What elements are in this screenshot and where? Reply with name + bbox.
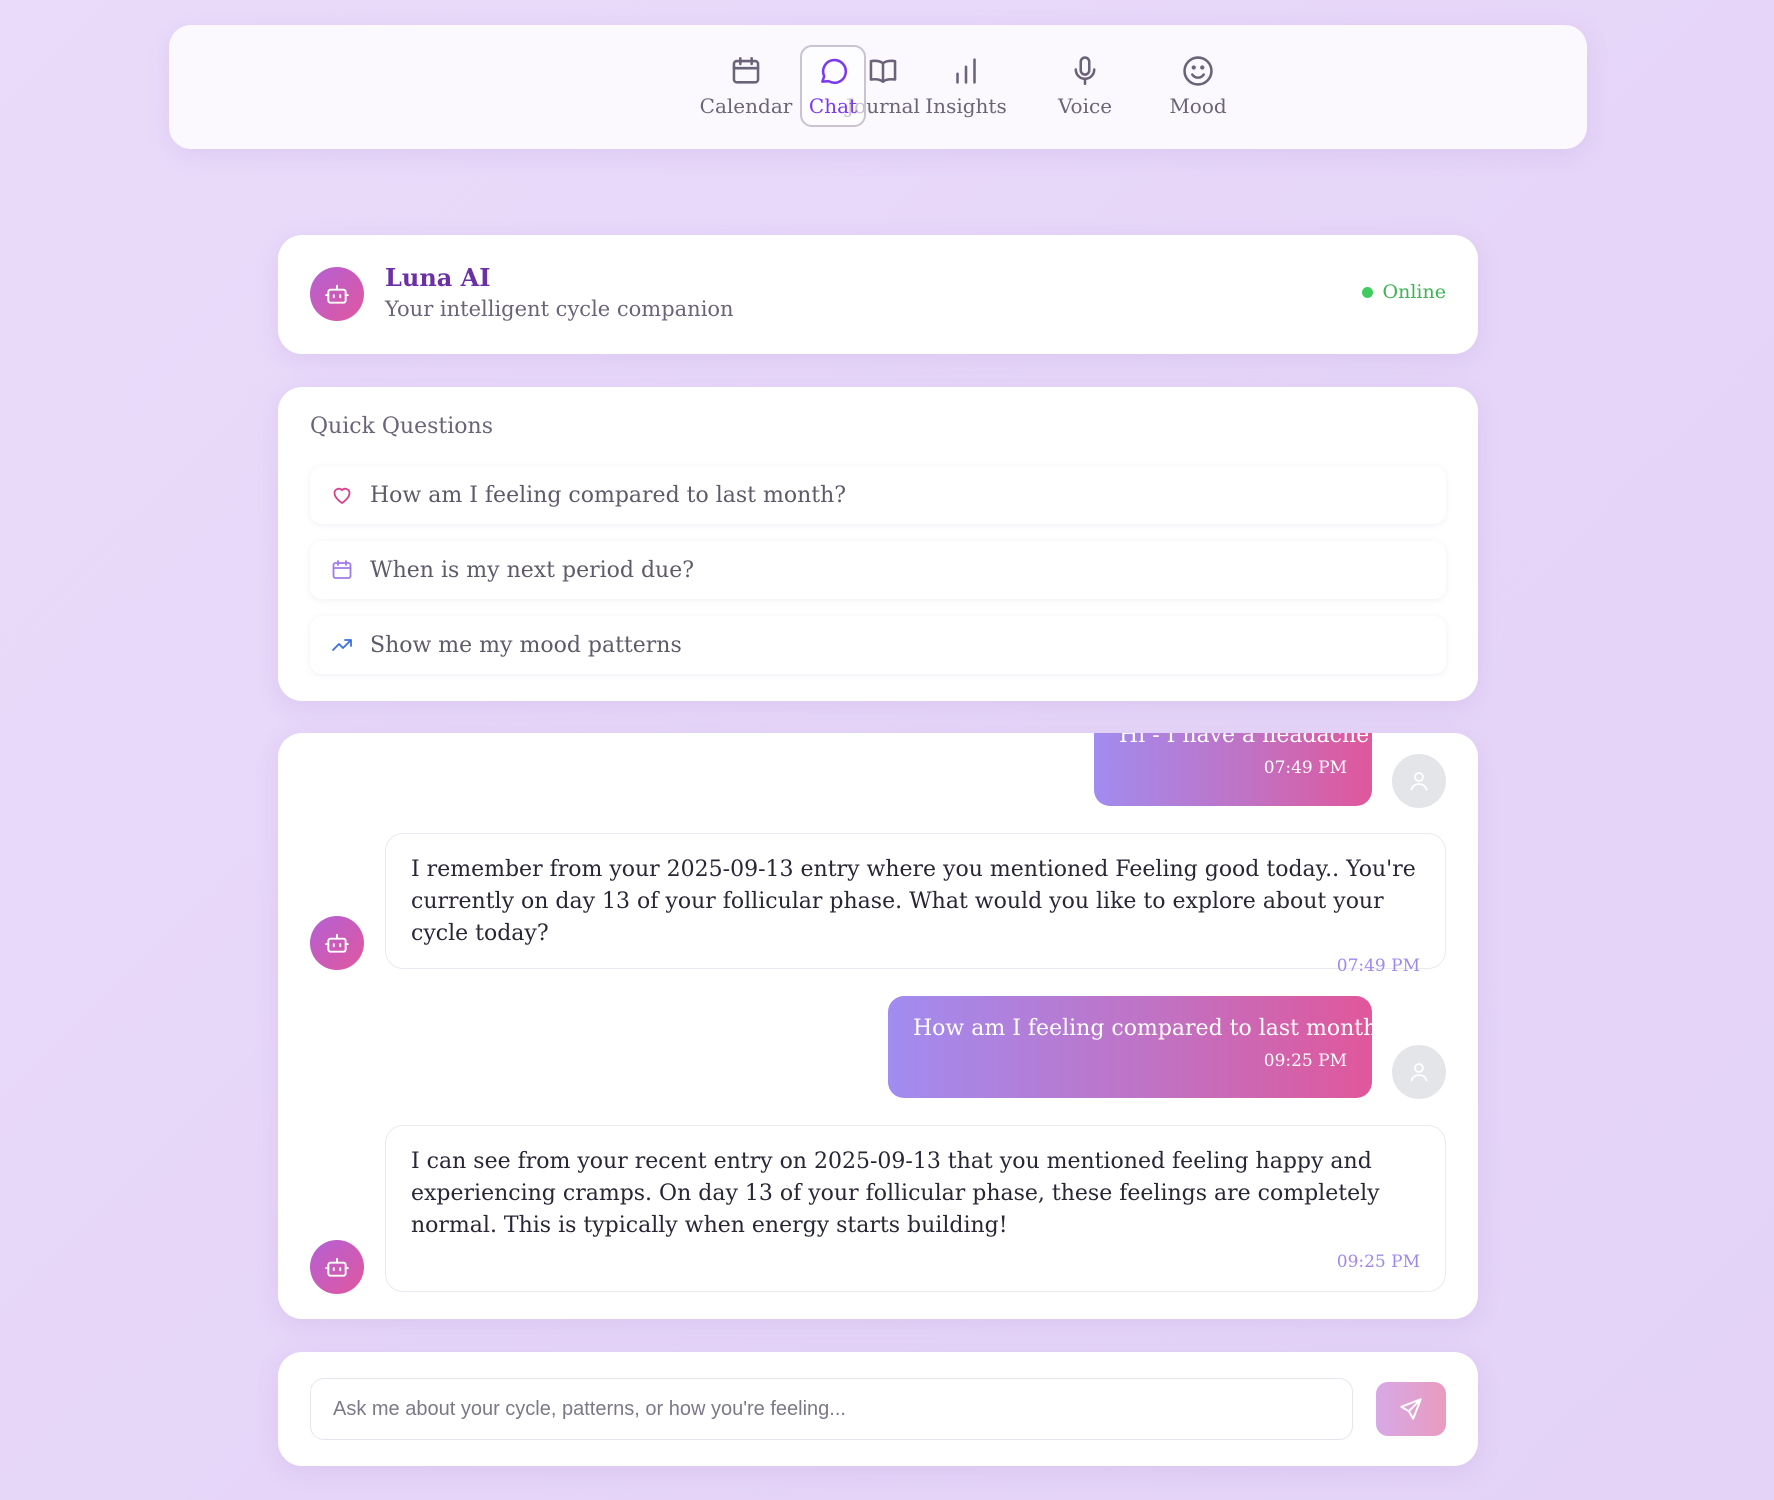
bot-icon (325, 284, 349, 304)
chat-bubble-icon (821, 58, 847, 85)
status-badge: Online (1361, 281, 1446, 303)
message-input[interactable] (310, 1378, 1353, 1440)
chat-messages[interactable]: Hi - I have a headache 07:49 PM I rememb… (278, 733, 1478, 1319)
assistant-avatar (310, 267, 364, 321)
message-time: 07:49 PM (1263, 758, 1347, 778)
quick-question-next-period[interactable]: When is my next period due? (310, 541, 1446, 599)
microphone-icon (1074, 56, 1096, 86)
message-text: I can see from your recent entry on 2025… (411, 1149, 1380, 1238)
user-message: How am I feeling compared to last month?… (888, 996, 1390, 1098)
nav-item-voice[interactable]: Voice (1043, 45, 1127, 127)
nav-label: Chat (808, 94, 858, 118)
quick-question-feeling[interactable]: How am I feeling compared to last month? (310, 466, 1446, 524)
quick-question-label: How am I feeling compared to last month? (370, 482, 847, 508)
assistant-header: Luna AI Your intelligent cycle companion… (278, 235, 1478, 354)
bot-icon (325, 1257, 349, 1277)
trending-up-icon (332, 639, 352, 651)
composer (278, 1352, 1478, 1466)
assistant-message: I remember from your 2025-09-13 entry wh… (385, 833, 1446, 976)
book-icon (869, 59, 897, 83)
nav-label: Voice (1057, 94, 1113, 118)
message-text: I remember from your 2025-09-13 entry wh… (411, 857, 1416, 946)
user-avatar (1392, 1045, 1446, 1099)
message-time: 07:49 PM (1336, 956, 1420, 976)
user-icon (1410, 1063, 1428, 1082)
nav-item-insights[interactable]: Insights (907, 45, 1025, 127)
send-button[interactable] (1376, 1382, 1446, 1436)
assistant-name: Luna AI (385, 263, 491, 292)
nav-label: Mood (1169, 94, 1227, 118)
nav-item-mood[interactable]: Mood (1153, 45, 1243, 127)
nav-item-calendar[interactable]: Calendar (691, 45, 801, 127)
quick-question-label: When is my next period due? (370, 557, 695, 583)
calendar-icon (732, 56, 760, 84)
bot-icon (325, 933, 349, 953)
assistant-avatar (310, 916, 364, 970)
smile-icon (1183, 56, 1213, 86)
user-icon (1410, 772, 1428, 791)
calendar-icon (332, 560, 352, 579)
message-time: 09:25 PM (1263, 1051, 1347, 1071)
message-text: Hi - I have a headache (1119, 733, 1370, 748)
top-navigation: Calendar Journal Chat Insights Voice Moo… (169, 25, 1587, 149)
quick-questions-panel: Quick Questions How am I feeling compare… (278, 387, 1478, 701)
message-text: How am I feeling compared to last month? (913, 1016, 1390, 1041)
assistant-subtitle: Your intelligent cycle companion (385, 297, 734, 321)
quick-question-mood-patterns[interactable]: Show me my mood patterns (310, 616, 1446, 674)
bar-chart-icon (956, 58, 976, 84)
quick-questions-title: Quick Questions (310, 414, 493, 439)
nav-label: Insights (925, 94, 1007, 118)
assistant-message: I can see from your recent entry on 2025… (385, 1125, 1446, 1292)
message-time: 09:25 PM (1336, 1252, 1420, 1272)
user-avatar (1392, 754, 1446, 808)
status-label: Online (1382, 281, 1446, 303)
user-message: Hi - I have a headache 07:49 PM (1094, 733, 1372, 806)
quick-question-label: Show me my mood patterns (370, 632, 682, 658)
nav-item-chat[interactable]: Chat (800, 45, 866, 127)
assistant-avatar (310, 1240, 364, 1294)
heart-icon (333, 487, 351, 504)
send-icon (1400, 1398, 1422, 1420)
online-dot (1361, 286, 1373, 298)
nav-label: Calendar (699, 94, 793, 118)
